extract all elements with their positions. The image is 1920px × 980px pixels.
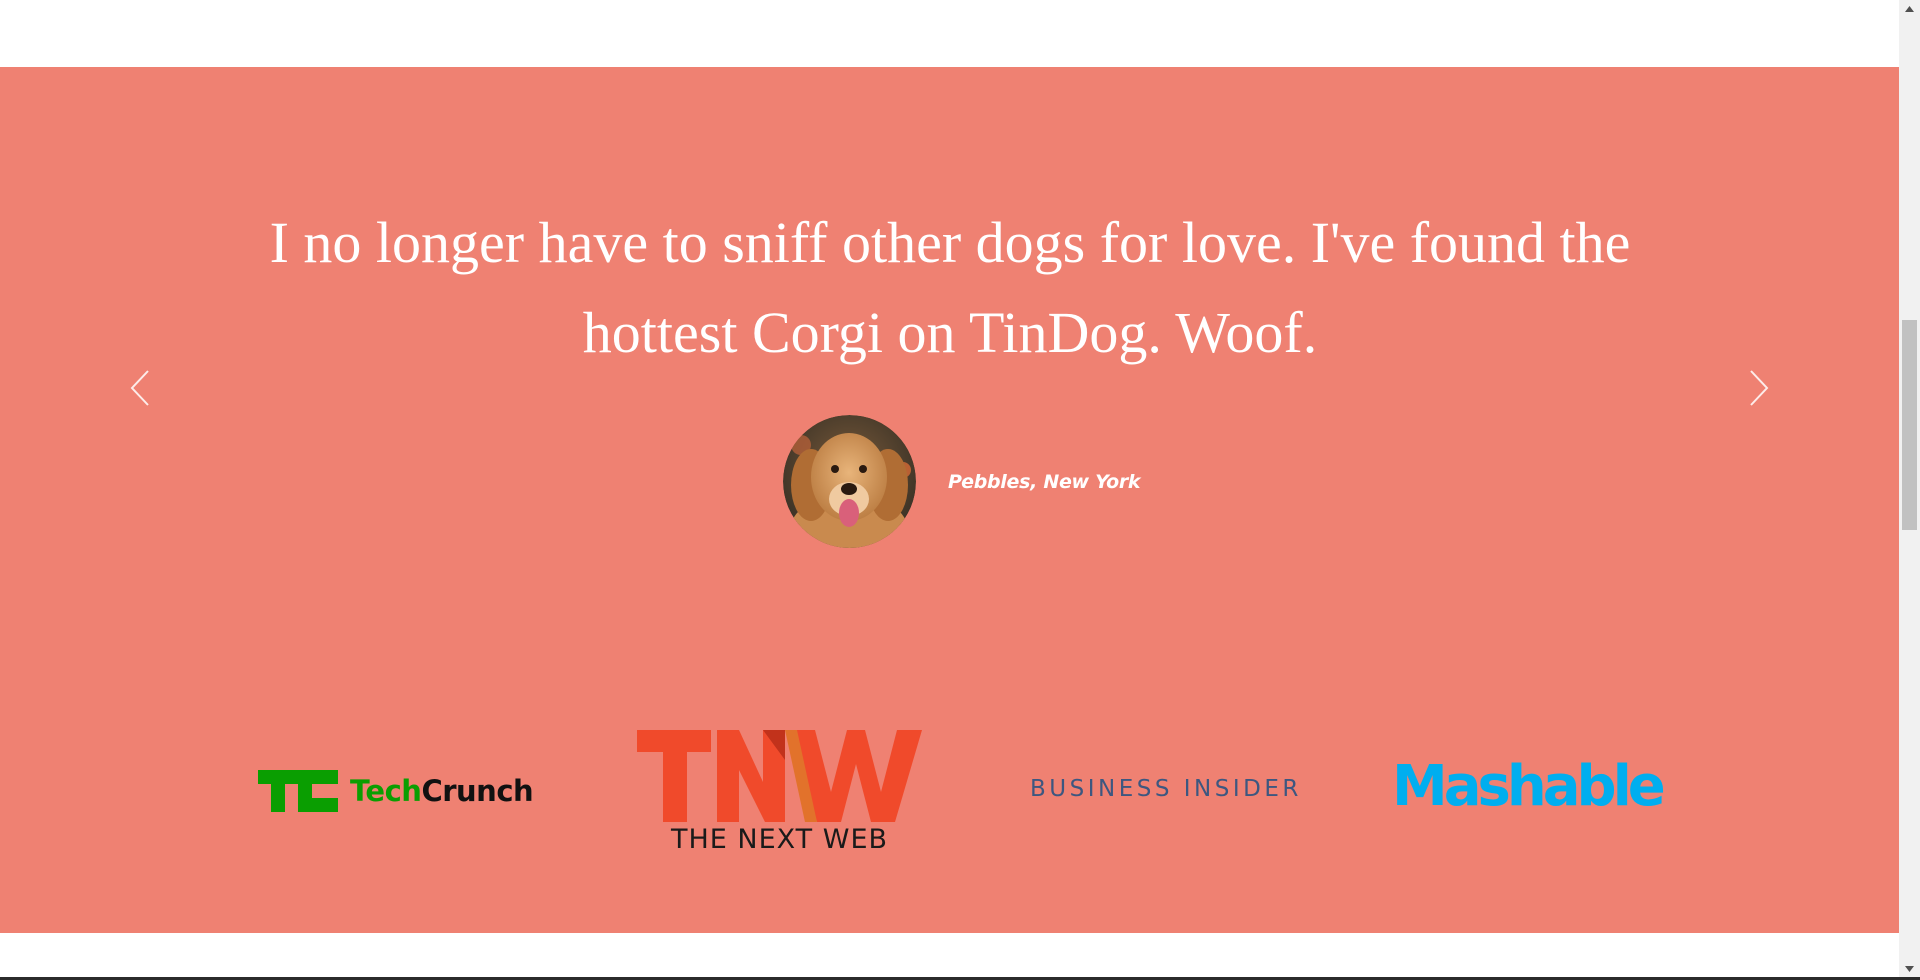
vertical-scrollbar[interactable] [1899, 0, 1920, 977]
scroll-up-button[interactable] [1899, 0, 1920, 17]
tnw-logo: THE NEXT WEB [637, 730, 922, 860]
chevron-right-icon [1750, 370, 1769, 406]
testimonial-quote: I no longer have to sniff other dogs for… [269, 210, 1631, 365]
dog-avatar [783, 415, 916, 548]
mashable-logo: Mashable [1392, 754, 1666, 819]
triangle-down-icon [1905, 965, 1914, 972]
techcrunch-mark-icon [258, 770, 338, 812]
tnw-subtitle: THE NEXT WEB [670, 824, 889, 855]
tnw-letters-icon [637, 730, 922, 822]
scroll-down-button[interactable] [1899, 960, 1920, 977]
chevron-left-icon [130, 370, 149, 406]
page: I no longer have to sniff other dogs for… [0, 0, 1920, 980]
carousel-prev-button[interactable] [122, 363, 162, 413]
techcrunch-logo: TechCrunch [258, 770, 534, 812]
techcrunch-text-crunch: Crunch [421, 774, 534, 808]
business-insider-logo: BUSINESS INSIDER [1030, 776, 1302, 802]
techcrunch-text-tech: Tech [350, 774, 422, 808]
triangle-up-icon [1905, 5, 1914, 12]
scrollbar-thumb[interactable] [1902, 320, 1917, 530]
author-name: Pebbles, New York [948, 470, 1141, 493]
next-section-edge [0, 933, 1899, 977]
carousel-next-button[interactable] [1737, 363, 1777, 413]
press-logos: TechCrunch THE NEXT WEB BUSINESS INSIDER… [0, 720, 1899, 860]
testimonial-author: Pebbles, New York [783, 415, 1141, 548]
